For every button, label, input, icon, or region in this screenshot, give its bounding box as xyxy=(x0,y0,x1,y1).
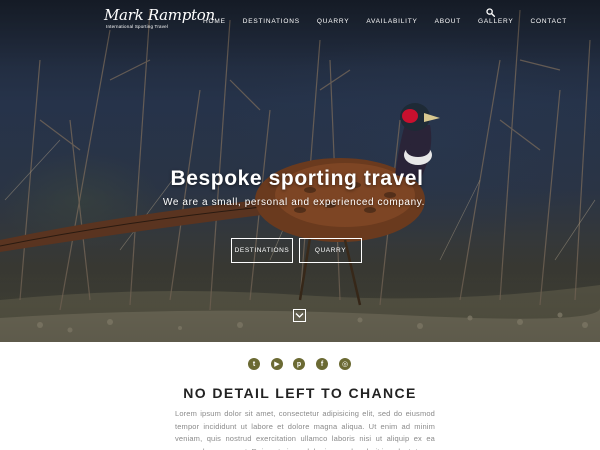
instagram-icon[interactable]: ◎ xyxy=(339,358,351,370)
menu-item-about[interactable]: ABOUT xyxy=(435,18,461,25)
twitter-icon[interactable]: t xyxy=(248,358,260,370)
menu-item-quarry[interactable]: QUARRY xyxy=(317,18,350,25)
top-navigation: Mark Rampton International Sporting Trav… xyxy=(0,0,600,40)
quarry-button[interactable]: Quarry xyxy=(299,238,362,263)
menu-item-destinations[interactable]: DESTINATIONS xyxy=(243,18,300,25)
logo-tagline: International Sporting Travel xyxy=(106,24,169,29)
menu-item-contact[interactable]: CONTACT xyxy=(531,18,568,25)
section-heading: NO DETAIL LEFT TO CHANCE xyxy=(183,385,417,401)
menu-item-gallery[interactable]: GALLERY xyxy=(478,18,513,25)
search-icon[interactable] xyxy=(486,4,496,18)
social-links: t ▶ p f ◎ xyxy=(0,358,600,371)
logo-script-text: Mark Rampton xyxy=(104,6,215,24)
hero-title: Bespoke sporting travel xyxy=(170,167,424,190)
youtube-icon[interactable]: ▶ xyxy=(271,358,283,370)
chevron-down-icon xyxy=(295,313,304,318)
facebook-icon[interactable]: f xyxy=(316,358,328,370)
pinterest-icon[interactable]: p xyxy=(293,358,305,370)
hero-subtitle: We are a small, personal and experienced… xyxy=(163,197,425,208)
site-logo[interactable]: Mark Rampton International Sporting Trav… xyxy=(104,6,215,34)
intro-paragraph: Lorem ipsum dolor sit amet, consectetur … xyxy=(175,409,435,450)
menu-item-availability[interactable]: AVAILABILITY xyxy=(366,18,417,25)
main-menu: HOME DESTINATIONS QUARRY AVAILABILITY AB… xyxy=(203,18,584,25)
menu-item-home[interactable]: HOME xyxy=(203,18,226,25)
scroll-down-button[interactable] xyxy=(293,309,306,322)
destinations-button[interactable]: Destinations xyxy=(231,238,293,263)
